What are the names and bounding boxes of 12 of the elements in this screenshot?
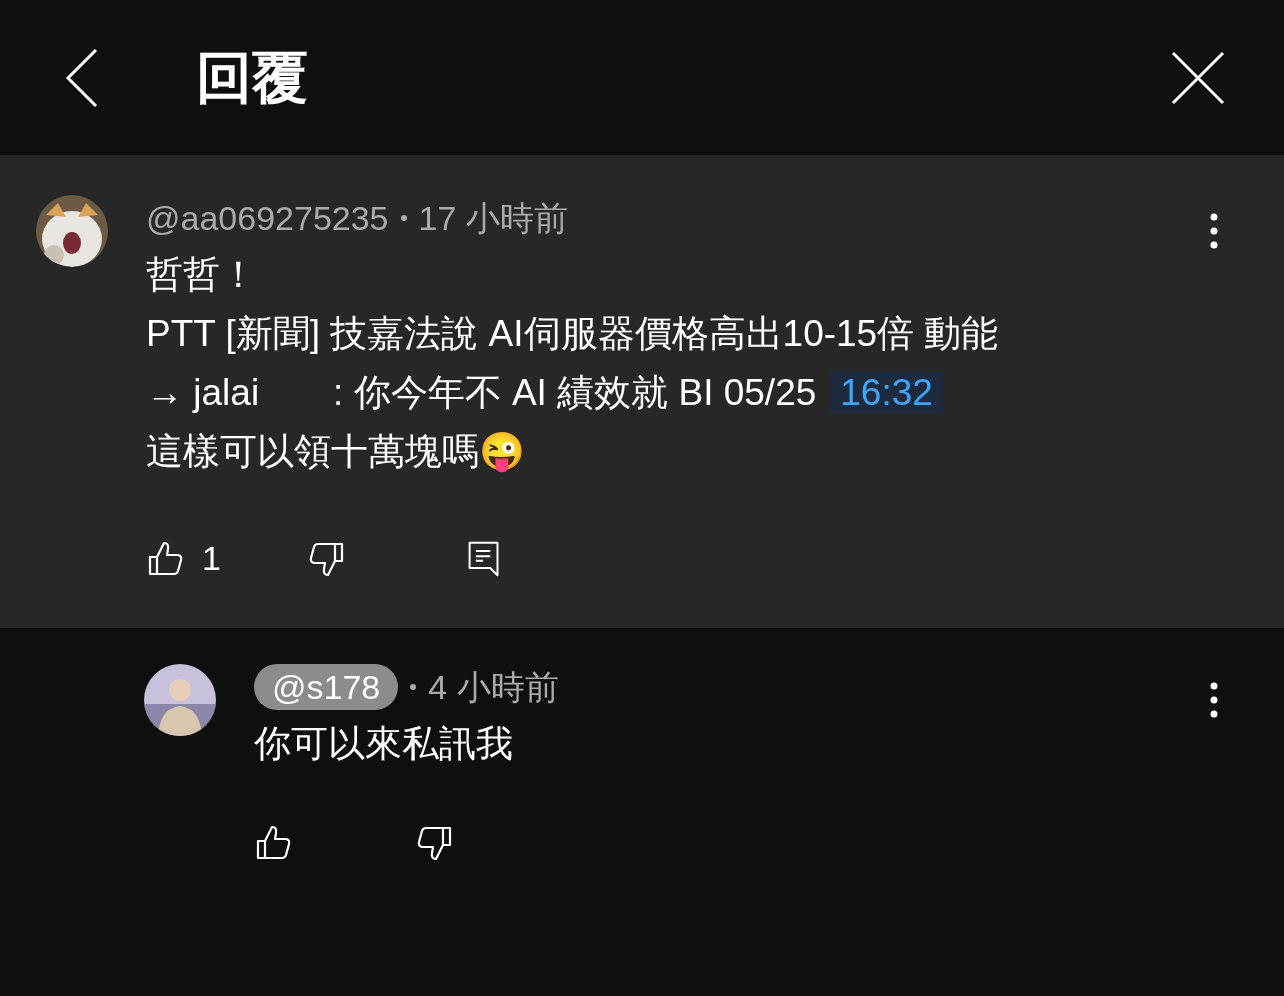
author-mention[interactable]: @s178 (254, 664, 399, 710)
close-icon[interactable] (1170, 49, 1226, 106)
page-title: 回覆 (196, 44, 309, 111)
more-options-icon[interactable] (1210, 682, 1218, 718)
comment-text: 你可以來私訊我 (254, 722, 514, 766)
like-count: 1 (202, 538, 221, 579)
more-options-icon[interactable] (1210, 213, 1218, 249)
timestamp-link[interactable]: 16:32 (830, 372, 943, 413)
comment-time: 4 小時前 (428, 667, 559, 708)
author-name[interactable]: @aa069275235 (146, 195, 389, 241)
comment-text: 哲哲！ PTT [新聞] 技嘉法說 AI伺服器價格高出10-15倍 動能 → jalai : 你今年不 AI 績效就 BI 05/25 16:32 這樣可以領十萬塊嗎😜 (146, 253, 1000, 475)
comment-time: 17 小時前 (418, 198, 568, 239)
